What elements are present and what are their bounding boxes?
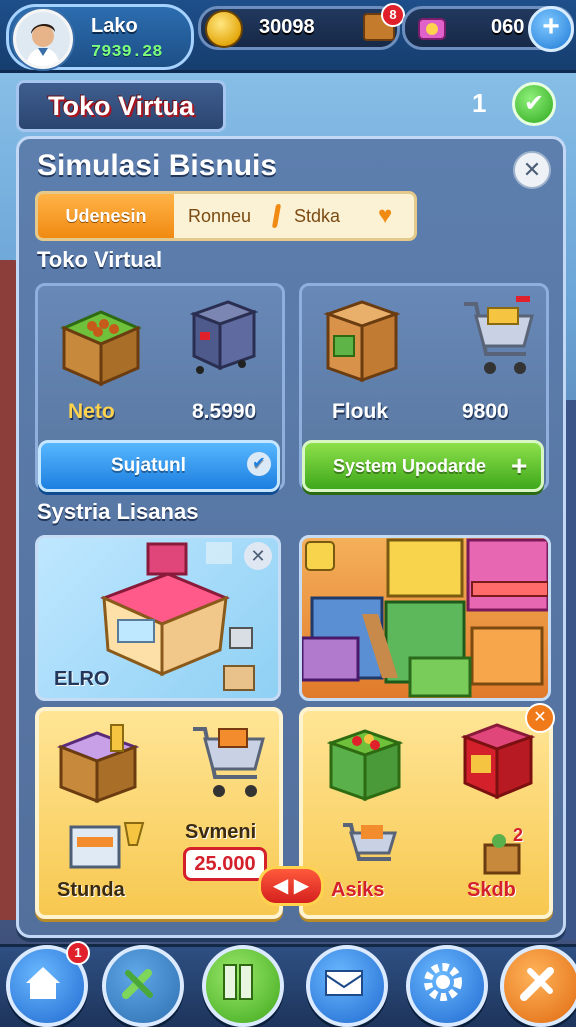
price-tag: 25.000 (183, 847, 267, 881)
scene-close-icon[interactable]: ✕ (244, 542, 272, 570)
market-bottom-label: Stunda (57, 879, 125, 901)
player-name: Lako (91, 15, 138, 37)
settings-icon (424, 963, 462, 1001)
market-street-illustration (302, 538, 548, 698)
coin-balance[interactable]: 30098 8 (198, 3, 405, 50)
confirm-button[interactable]: ✔ (512, 82, 556, 126)
market-badge: 2 (513, 825, 524, 845)
market-card-left[interactable]: Svmeni 25.000 Stunda (35, 707, 283, 919)
system-upgrade-button-label: System Upodarde (333, 456, 487, 476)
small-cart-icon (339, 817, 399, 882)
market-top-label: Svmeni (185, 821, 257, 843)
user-avatar[interactable] (13, 9, 73, 69)
nav-map-button[interactable] (202, 945, 284, 1027)
scene-card-market[interactable] (299, 535, 551, 701)
check-circle-icon: ✔ (247, 452, 271, 476)
coin-amount: 30098 (259, 16, 315, 38)
product-label-flouk: Flouk (332, 400, 388, 423)
check-icon: ✔ (523, 90, 545, 117)
scene-card-shop[interactable]: ✕ ELRO (35, 535, 281, 701)
business-panel: Simulasi Bisnuis ✕ Udenesin Ronneu Stdka… (16, 136, 566, 938)
gem-amount: 060 (491, 16, 525, 38)
swap-arrows-button[interactable]: ◀ ▶ (258, 866, 324, 906)
market-bottom-label-a: Asiks (331, 879, 385, 901)
market-bottom-label-b: Skdb (467, 879, 516, 901)
product-label-neto: Neto (68, 400, 115, 423)
map-icon (223, 964, 253, 1000)
storage-box-icon (322, 296, 402, 391)
product-card-neto: Neto 8.5990 Sujatunl ✔ (35, 283, 285, 492)
plus-icon: + (511, 450, 528, 481)
tab-divider (271, 204, 282, 228)
grocery-crate-icon (55, 721, 141, 810)
product-card-flouk: Flouk 9800 System Upodarde + (299, 283, 549, 492)
scene-caption: ELRO (54, 668, 110, 690)
heart-icon[interactable]: ♥ (378, 202, 392, 230)
gem-icon (415, 11, 449, 45)
produce-crate-icon (56, 298, 146, 393)
nav-settings-button[interactable] (406, 945, 488, 1027)
close-button[interactable]: ✕ (513, 151, 551, 189)
fruit-crate-icon (326, 721, 404, 810)
shop-count: 1 (472, 88, 487, 118)
cart-icon-left (189, 717, 269, 812)
player-money: 7939.28 (91, 43, 163, 62)
home-badge: 1 (66, 941, 90, 965)
shopping-cart-icon (460, 294, 536, 389)
mail-icon (325, 970, 363, 996)
gem-balance[interactable]: 060 + (402, 6, 574, 52)
sujatunl-button[interactable]: Sujatunl ✔ (38, 440, 280, 492)
tab-ronneu[interactable]: Ronneu (188, 194, 251, 238)
product-value-neto: 8.5990 (192, 400, 257, 423)
shop-header: Toko Virtua 1 ✔ (16, 80, 560, 132)
tab-stdka[interactable]: Stdka (294, 194, 340, 238)
nav-tools-button[interactable] (102, 945, 184, 1027)
build-icon (520, 967, 554, 1001)
system-upgrade-button[interactable]: System Upodarde + (302, 440, 544, 492)
product-value-flouk: 9800 (462, 400, 509, 423)
add-currency-button[interactable]: + (528, 6, 574, 52)
bottom-nav: 1 (0, 941, 576, 1027)
tab-bar: Udenesin Ronneu Stdka ♥ (35, 191, 417, 241)
oven-machine-icon (188, 296, 260, 385)
shop-title: Toko Virtua (16, 80, 226, 132)
tab-udenesin[interactable]: Udenesin (38, 194, 174, 238)
sujatunl-button-label: Sujatunl (111, 455, 186, 476)
close-icon: ✕ (522, 157, 542, 182)
player-profile[interactable]: Lako 7939.28 (6, 4, 194, 70)
display-case-icon (67, 815, 157, 880)
top-bar: Lako 7939.28 30098 8 060 + (0, 0, 576, 73)
coin-icon (205, 10, 243, 48)
nav-home-button[interactable]: 1 (6, 941, 90, 1027)
nav-build-button[interactable] (500, 945, 576, 1027)
red-crate-icon (460, 719, 536, 808)
panel-title: Simulasi Bisnuis (37, 149, 278, 182)
nav-mail-button[interactable] (306, 945, 388, 1027)
section-title-toko: Toko Virtual (37, 247, 163, 272)
section-title-systria: Systria Lisanas (37, 499, 199, 524)
market-card-right[interactable]: ✕ 2 Asiks Skdb (299, 703, 555, 919)
tools-icon (122, 969, 153, 999)
